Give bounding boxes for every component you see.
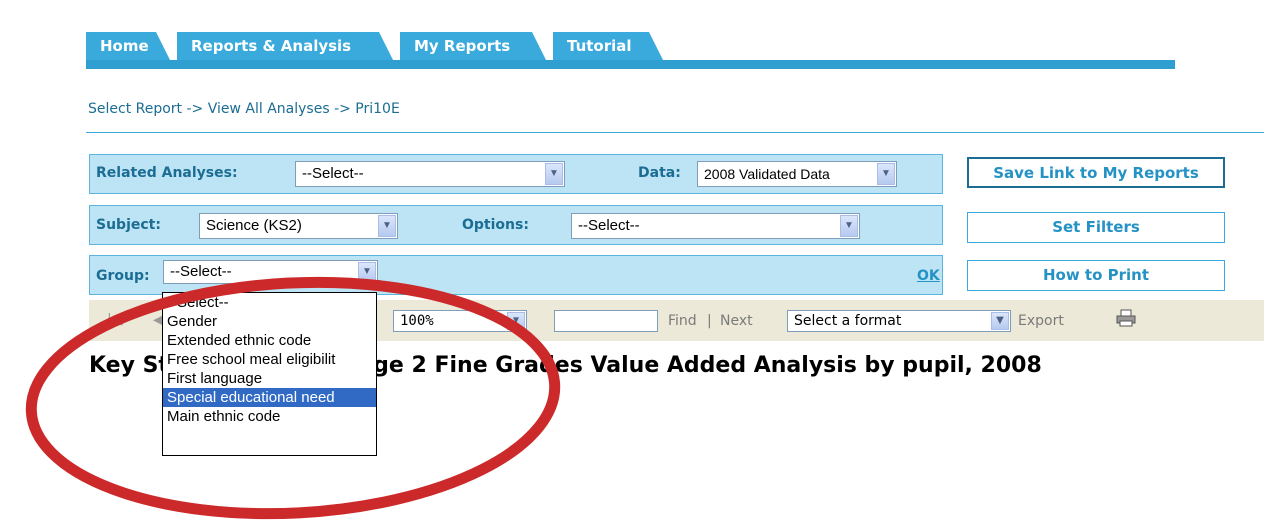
dropdown-option[interactable]: Free school meal eligibilit: [163, 350, 376, 369]
related-analyses-panel: Related Analyses: --Select-- ▼ Data: 200…: [89, 154, 943, 194]
dropdown-option[interactable]: --Select--: [163, 293, 376, 312]
group-select[interactable]: --Select-- ▼: [163, 260, 378, 284]
dropdown-option[interactable]: Gender: [163, 312, 376, 331]
find-input[interactable]: [554, 310, 658, 332]
zoom-value: 100%: [400, 313, 434, 329]
divider: [86, 132, 1264, 133]
chevron-down-icon: ▼: [840, 215, 858, 237]
first-page-icon[interactable]: |◀: [107, 312, 122, 328]
group-label: Group:: [96, 268, 150, 284]
tab-my-reports-label: My Reports: [414, 37, 511, 55]
tab-reports-analysis-label: Reports & Analysis: [191, 37, 352, 55]
set-filters-button[interactable]: Set Filters: [967, 212, 1225, 243]
save-link-button[interactable]: Save Link to My Reports: [967, 157, 1225, 188]
related-analyses-select[interactable]: --Select-- ▼: [295, 161, 565, 187]
chevron-down-icon: ▼: [877, 163, 895, 185]
subject-panel: Subject: Science (KS2) ▼ Options: --Sele…: [89, 205, 943, 245]
data-select[interactable]: 2008 Validated Data ▼: [697, 161, 897, 187]
how-to-print-button[interactable]: How to Print: [967, 260, 1225, 291]
chevron-down-icon: ▼: [991, 312, 1009, 330]
export-format-value: Select a format: [794, 313, 902, 329]
tab-home-label: Home: [100, 37, 149, 55]
nav-underline: [86, 60, 1175, 69]
options-value: --Select--: [578, 217, 640, 234]
chevron-down-icon: ▼: [507, 312, 525, 330]
group-panel: Group: --Select-- ▼: [89, 255, 943, 295]
options-label: Options:: [462, 217, 529, 233]
data-value: 2008 Validated Data: [704, 166, 830, 182]
subject-value: Science (KS2): [206, 217, 302, 234]
find-separator: |: [707, 313, 712, 329]
subject-label: Subject:: [96, 217, 161, 233]
chevron-down-icon: ▼: [378, 215, 396, 237]
options-select[interactable]: --Select-- ▼: [571, 213, 860, 239]
dropdown-option[interactable]: First language: [163, 369, 376, 388]
chevron-down-icon: ▼: [545, 163, 563, 185]
tab-my-reports[interactable]: My Reports: [400, 32, 546, 60]
next-link[interactable]: Next: [720, 313, 753, 329]
group-value: --Select--: [170, 263, 232, 280]
related-analyses-value: --Select--: [302, 165, 364, 182]
group-dropdown-list[interactable]: --Select-- Gender Extended ethnic code F…: [162, 292, 377, 456]
tab-home[interactable]: Home: [86, 32, 170, 60]
subject-select[interactable]: Science (KS2) ▼: [199, 213, 398, 239]
export-format-select[interactable]: Select a format ▼: [787, 310, 1011, 332]
tab-tutorial-label: Tutorial: [567, 37, 632, 55]
data-label: Data:: [638, 165, 681, 181]
ok-link[interactable]: OK: [917, 268, 940, 284]
dropdown-option[interactable]: Main ethnic code: [163, 407, 376, 426]
tab-reports-analysis[interactable]: Reports & Analysis: [177, 32, 393, 60]
dropdown-option[interactable]: Extended ethnic code: [163, 331, 376, 350]
related-analyses-label: Related Analyses:: [96, 165, 238, 181]
export-link[interactable]: Export: [1018, 313, 1064, 329]
dropdown-option-selected[interactable]: Special educational need: [163, 388, 376, 407]
breadcrumb[interactable]: Select Report -> View All Analyses -> Pr…: [88, 101, 400, 117]
chevron-down-icon: ▼: [358, 262, 376, 282]
tab-tutorial[interactable]: Tutorial: [553, 32, 663, 60]
print-icon[interactable]: [1116, 309, 1136, 327]
find-link[interactable]: Find: [668, 313, 697, 329]
zoom-select[interactable]: 100% ▼: [393, 310, 527, 332]
